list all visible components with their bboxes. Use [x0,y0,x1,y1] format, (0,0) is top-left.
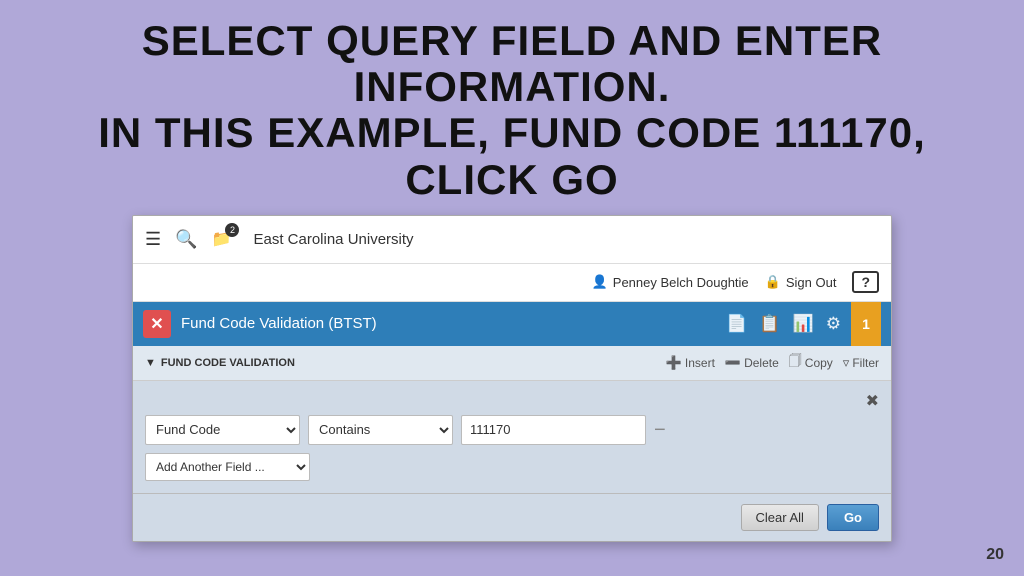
clear-all-button[interactable]: Clear All [741,504,819,531]
go-button[interactable]: Go [827,504,879,531]
delete-button[interactable]: ➖ Delete [725,355,779,371]
copy-icon: 🗍 [789,352,802,374]
page-number: 20 [986,546,1004,564]
lock-icon: 🔒 [765,274,781,290]
nav-bar-left: ☰ 🔍 📁 2 East Carolina University [145,229,414,250]
insert-icon: ➕ [666,355,682,371]
settings-icon[interactable]: ⚙ [826,314,841,334]
section-actions: ➕ Insert ➖ Delete 🗍 Copy ▿ Filter [666,352,879,374]
sign-out-button[interactable]: 🔒 Sign Out [765,274,837,290]
folder-badge-icon[interactable]: 📁 2 [212,229,232,249]
add-field-select[interactable]: Add Another Field ... [145,453,310,481]
slide-title-line1: SELECT QUERY FIELD AND ENTER INFORMATION… [40,18,984,110]
copy-label: Copy [805,356,833,370]
condition-select[interactable]: Contains Equals Starts With Ends With [308,415,453,445]
filter-row: Fund Code Fund Name Account Program Cont… [145,415,879,445]
user-icon: 👤 [592,274,608,290]
section-header: ▼ FUND CODE VALIDATION ➕ Insert ➖ Delete… [133,346,891,381]
insert-label: Insert [685,356,715,370]
delete-icon: ➖ [725,355,741,371]
university-name: East Carolina University [253,231,413,248]
copy-button[interactable]: 🗍 Copy [789,352,833,374]
table-icon[interactable]: 📊 [793,314,814,334]
remove-row-button[interactable]: − [654,420,666,440]
app-window: ☰ 🔍 📁 2 East Carolina University 👤 Penne… [132,215,892,542]
nav-bar-secondary: 👤 Penney Belch Doughtie 🔒 Sign Out ? [133,264,891,302]
user-name: Penney Belch Doughtie [613,275,749,290]
filter-icon: ▿ [843,355,850,371]
delete-label: Delete [744,356,779,370]
section-title-text: FUND CODE VALIDATION [161,357,295,369]
form-title-icons: 📄 📋 📊 ⚙ [726,314,841,334]
field-select[interactable]: Fund Code Fund Name Account Program [145,415,300,445]
search-icon[interactable]: 🔍 [175,229,197,250]
value-input[interactable] [461,415,646,445]
nav-bar-primary: ☰ 🔍 📁 2 East Carolina University [133,216,891,264]
section-collapse-icon[interactable]: ▼ [145,357,156,369]
sign-out-label: Sign Out [786,275,837,290]
slide-title: SELECT QUERY FIELD AND ENTER INFORMATION… [0,0,1024,215]
filter-button[interactable]: ▿ Filter [843,355,879,371]
form-badge: 1 [851,302,881,346]
user-profile[interactable]: 👤 Penney Belch Doughtie [592,274,749,290]
add-field-row: Add Another Field ... [145,453,879,481]
form-title-bar: ✕ Fund Code Validation (BTST) 📄 📋 📊 ⚙ 1 [133,302,891,346]
query-area: ✖ Fund Code Fund Name Account Program Co… [133,381,891,493]
clear-circle-button[interactable]: ✖ [866,391,879,411]
help-button[interactable]: ? [852,271,879,293]
form-title: Fund Code Validation (BTST) [181,315,716,332]
form-close-button[interactable]: ✕ [143,310,171,338]
slide-title-line2: IN THIS EXAMPLE, FUND CODE 111170, CLICK… [40,110,984,202]
insert-button[interactable]: ➕ Insert [666,355,715,371]
section-title: ▼ FUND CODE VALIDATION [145,357,295,369]
menu-icon[interactable]: ☰ [145,229,161,250]
filter-label: Filter [852,356,879,370]
query-row-clear: ✖ [145,389,879,415]
new-doc-icon[interactable]: 📄 [726,314,747,334]
action-bar: Clear All Go [133,493,891,541]
badge-count: 2 [225,223,239,237]
copy-doc-icon[interactable]: 📋 [759,314,780,334]
help-label: ? [861,274,870,290]
